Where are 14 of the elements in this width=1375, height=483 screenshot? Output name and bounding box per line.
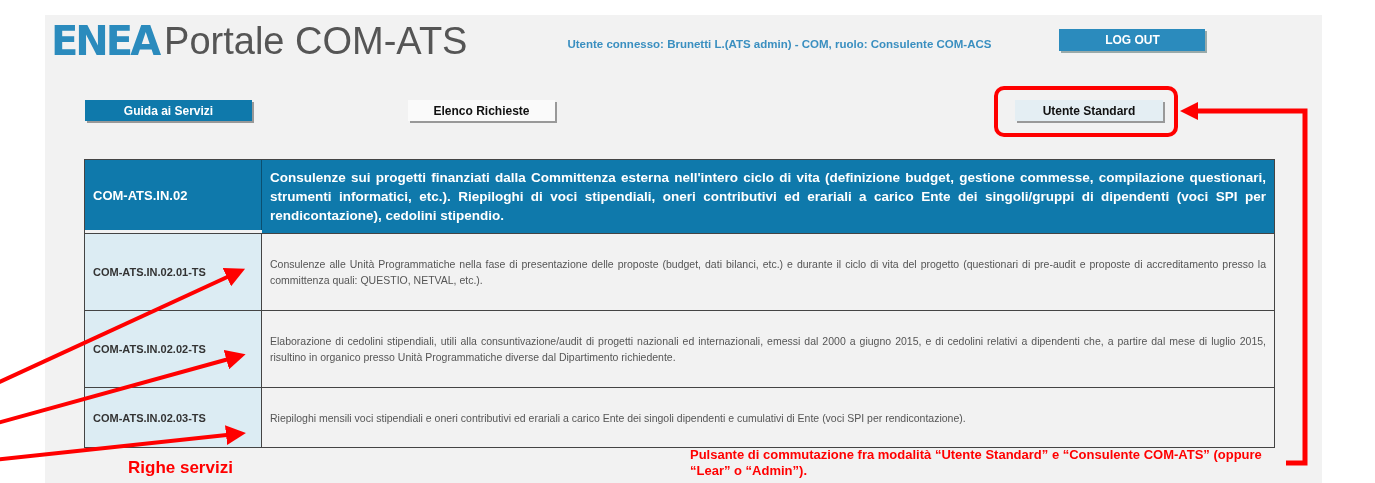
header-description-cell: Consulenze sui progetti finanziati dalla Committenza esterna nell'intero ciclo di vita (definizione budget, gestione commesse, compilazione questionari, strumenti informatici, etc.). Riepiloghi di voci stipendiali, oneri contributivi ed erariali a carico Ente dei singoli/gruppi di dipendenti (voci SPI per rendicontazione), cedolini stipendio. bbox=[262, 160, 1274, 233]
service-code-cell: COM-ATS.IN.02.02-TS bbox=[85, 310, 262, 387]
nav-button[interactable]: Elenco Richieste bbox=[408, 100, 555, 121]
header-code-cell: COM-ATS.IN.02 bbox=[85, 160, 262, 230]
user-info: Utente connesso: Brunetti L.(ATS admin) - COM, ruolo: Consulente COM-ACS bbox=[567, 38, 992, 50]
callout-note: Pulsante di commutazione fra modalità “Utente Standard” e “Consulente COM-ATS” (oppure “Lear” o “Admin”). bbox=[690, 447, 1263, 479]
nav-button[interactable]: Guida ai Servizi bbox=[85, 100, 252, 121]
logo: ENEA bbox=[51, 21, 159, 61]
service-code-cell: COM-ATS.IN.02.03-TS bbox=[85, 387, 262, 447]
nav-button[interactable]: Utente Standard bbox=[1015, 100, 1163, 121]
service-code-cell: COM-ATS.IN.02.01-TS bbox=[85, 233, 262, 310]
portal-title: Portale COM-ATS bbox=[164, 22, 468, 60]
callout-note: Righe servizi bbox=[128, 458, 233, 478]
logout-button[interactable]: LOG OUT bbox=[1059, 29, 1206, 51]
